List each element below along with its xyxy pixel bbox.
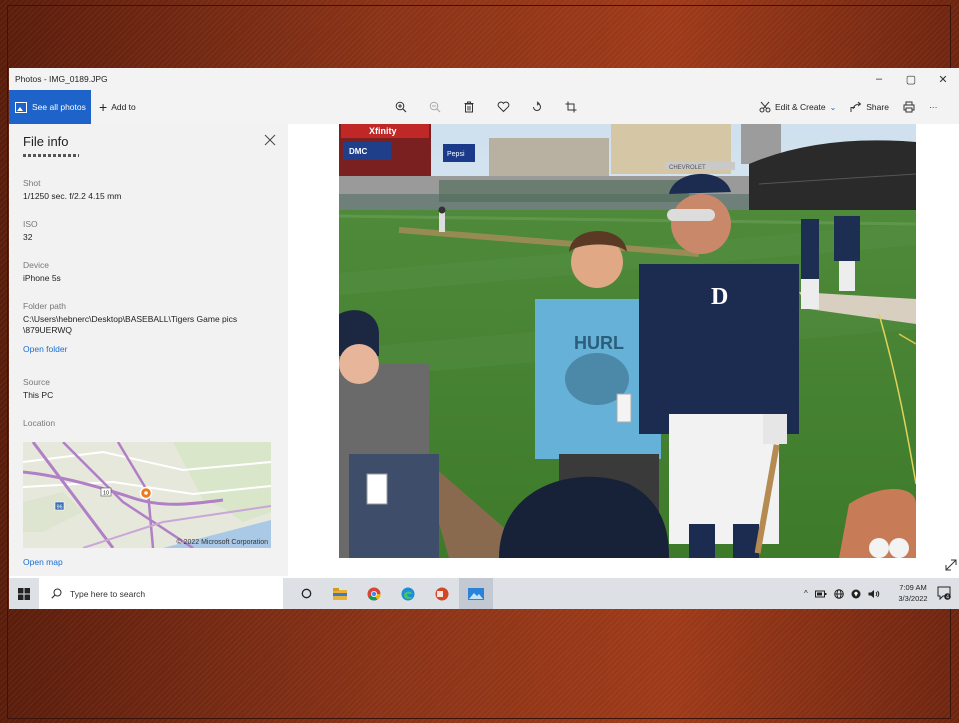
fullscreen-icon[interactable] xyxy=(944,558,958,572)
taskbar-search[interactable]: Type here to search xyxy=(39,578,283,609)
delete-icon[interactable] xyxy=(461,99,477,115)
share-icon xyxy=(850,101,862,112)
clock-time: 7:09 AM xyxy=(899,583,927,592)
network-icon[interactable] xyxy=(851,589,861,599)
folder-path-label: Folder path xyxy=(23,301,66,311)
zoom-in-icon[interactable] xyxy=(393,99,409,115)
rotate-icon[interactable] xyxy=(529,99,545,115)
shirt-text: HURL xyxy=(574,333,624,353)
see-all-photos-label: See all photos xyxy=(32,102,86,112)
title-bar: Photos - IMG_0189.JPG – ▢ ✕ xyxy=(9,68,959,90)
scrolled-text-remnant xyxy=(23,154,83,158)
search-placeholder: Type here to search xyxy=(70,588,146,599)
folder-path-line-1: C:\Users\hebnerc\Desktop\BASEBALL\Tigers… xyxy=(23,314,238,324)
volume-icon[interactable] xyxy=(868,589,880,599)
window-title: Photos - IMG_0189.JPG xyxy=(15,74,108,84)
map-road-label: 10 xyxy=(103,491,109,497)
folder-path-line-2: \879UERWQ xyxy=(23,325,72,335)
start-button[interactable] xyxy=(9,578,39,609)
panel-title: File info xyxy=(23,134,69,149)
zoom-out-icon[interactable] xyxy=(427,99,443,115)
maximize-button[interactable]: ▢ xyxy=(895,68,927,90)
share-button[interactable]: Share xyxy=(850,101,889,113)
share-label: Share xyxy=(866,102,889,112)
clock[interactable]: 7:09 AM 3/3/2022 xyxy=(893,582,933,604)
baseball-photo: Xfinity DMC Pepsi CHEVROLET HURL D xyxy=(339,124,916,558)
file-info-panel: File info Shot 1/1250 sec. f/2.2 4.15 mm… xyxy=(9,124,288,576)
scoreboard-chevrolet: CHEVROLET xyxy=(669,165,706,171)
source-value: This PC xyxy=(23,390,54,400)
taskbar-apps xyxy=(289,578,493,609)
chrome-icon[interactable] xyxy=(357,578,391,609)
location-label: Location xyxy=(23,418,56,428)
minimize-button[interactable]: – xyxy=(863,68,895,90)
jersey-logo: D xyxy=(711,284,728,310)
source-label: Source xyxy=(23,377,50,387)
print-button[interactable] xyxy=(903,101,915,113)
system-tray: ^ xyxy=(804,578,880,609)
banner-dmc: DMC xyxy=(349,147,367,156)
scissors-icon xyxy=(759,101,771,113)
favorite-icon[interactable] xyxy=(495,99,511,115)
crop-icon[interactable] xyxy=(563,99,579,115)
iso-value: 32 xyxy=(23,232,33,242)
open-map-link[interactable]: Open map xyxy=(23,557,63,567)
add-to-button[interactable]: + Add to xyxy=(99,90,136,124)
location-map[interactable]: 10 96 © 2022 Microsoft Corporation xyxy=(23,442,271,548)
image-tools xyxy=(393,90,579,124)
powerpoint-icon[interactable] xyxy=(425,578,459,609)
tray-chevron-icon[interactable]: ^ xyxy=(804,589,808,598)
more-options-button[interactable]: ··· xyxy=(929,102,938,112)
cortana-icon[interactable] xyxy=(289,578,323,609)
see-all-photos-button[interactable]: See all photos xyxy=(9,90,91,124)
map-graphic: 10 96 xyxy=(23,442,271,548)
map-copyright: © 2022 Microsoft Corporation xyxy=(176,539,268,546)
add-to-label: Add to xyxy=(111,102,136,112)
print-icon xyxy=(903,101,915,113)
globe-icon[interactable] xyxy=(833,588,844,599)
banner-pepsi: Pepsi xyxy=(447,151,465,158)
open-folder-link[interactable]: Open folder xyxy=(23,344,67,354)
window-controls: – ▢ ✕ xyxy=(863,68,959,90)
banner-xfinity: Xfinity xyxy=(369,126,397,136)
plus-icon: + xyxy=(99,99,108,115)
edit-create-button[interactable]: Edit & Create ⌄ xyxy=(759,101,836,113)
close-panel-icon[interactable] xyxy=(263,133,277,147)
windows-logo-icon xyxy=(18,587,30,600)
file-explorer-icon[interactable] xyxy=(323,578,357,609)
notification-count: 4 xyxy=(946,594,949,600)
clock-date: 3/3/2022 xyxy=(898,594,928,603)
edge-icon[interactable] xyxy=(391,578,425,609)
device-label: Device xyxy=(23,260,49,270)
gallery-icon xyxy=(15,101,27,113)
toolbar: See all photos + Add to Edit & Create ⌄ … xyxy=(9,90,959,124)
chevron-down-icon: ⌄ xyxy=(829,102,837,112)
map-highway-label: 96 xyxy=(56,505,62,511)
edit-create-label: Edit & Create xyxy=(775,102,826,112)
taskbar: Type here to search ^ 7:09 AM 3/3/2022 4 xyxy=(9,578,959,609)
shot-value: 1/1250 sec. f/2.2 4.15 mm xyxy=(23,191,122,201)
notification-center-icon[interactable]: 4 xyxy=(937,586,951,600)
photos-app-icon[interactable] xyxy=(459,578,493,609)
iso-label: ISO xyxy=(23,219,38,229)
close-window-button[interactable]: ✕ xyxy=(927,68,959,90)
shot-label: Shot xyxy=(23,178,41,188)
search-icon xyxy=(51,588,62,599)
device-value: iPhone 5s xyxy=(23,273,61,283)
photo-viewer-image[interactable]: Xfinity DMC Pepsi CHEVROLET HURL D xyxy=(339,124,916,558)
toolbar-right: Edit & Create ⌄ Share ··· xyxy=(759,90,937,124)
battery-icon[interactable] xyxy=(814,590,827,598)
screenshot: Photos - IMG_0189.JPG – ▢ ✕ See all phot… xyxy=(9,68,959,609)
